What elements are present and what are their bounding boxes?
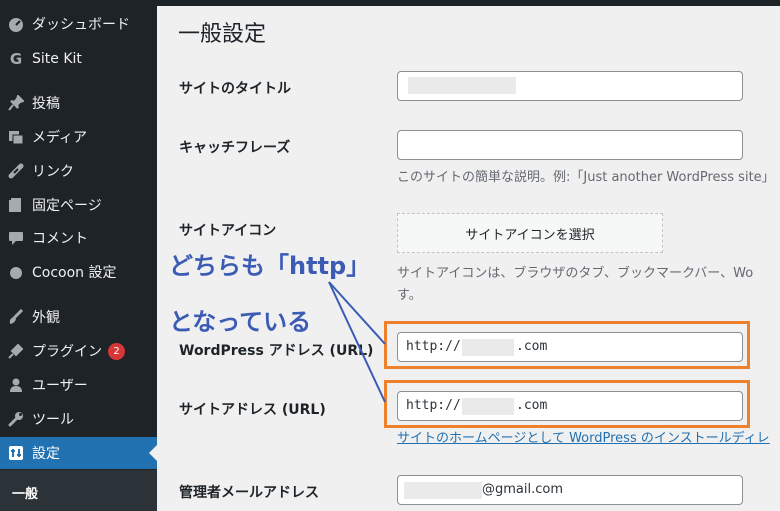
settings-icon [8,445,24,461]
sidebar-item-links[interactable]: リンク [0,155,157,187]
sidebar-item-label: ダッシュボード [32,17,130,33]
redacted-mask [404,482,482,499]
site-icon-label: サイトアイコン [179,223,277,239]
sidebar-item-label: 固定ページ [32,198,102,214]
settings-submenu: 一般 [0,470,157,511]
site-title-label: サイトのタイトル [179,81,291,97]
sidebar-item-label: 投稿 [32,96,60,112]
sidebar-item-comments[interactable]: コメント [0,222,157,254]
sidebar-item-dashboard[interactable]: ダッシュボード [0,8,157,40]
sidebar-item-label: 設定 [32,446,60,462]
sidebar-item-label: コメント [32,231,88,247]
update-count-badge: 2 [108,342,125,360]
sidebar-item-label: プラグイン [32,344,102,360]
settings-content: 一般設定 サイトのタイトル キャッチフレーズ このサイトの簡単な説明。例:「Ju… [157,0,780,511]
admin-email-label: 管理者メールアドレス [179,485,319,501]
wrench-icon [8,411,24,427]
user-icon [8,377,24,393]
sidebar-item-settings[interactable]: 設定 [0,437,157,469]
brush-icon [8,309,24,325]
sidebar-item-site-kit[interactable]: G Site Kit [0,43,157,75]
media-icon [8,129,24,145]
site-icon-description-cont: す。 [397,288,422,303]
tagline-input[interactable] [397,130,743,160]
admin-email-suffix: @gmail.com [482,482,564,497]
submenu-item-general[interactable]: 一般 [12,483,38,502]
sidebar-item-label: ツール [32,412,74,428]
site-address-label: サイトアドレス (URL) [179,402,326,418]
circle-icon [8,264,24,280]
sidebar-item-label: 外観 [32,310,60,326]
sidebar-item-posts[interactable]: 投稿 [0,87,157,119]
dashboard-icon [8,16,24,32]
sidebar-item-label: ユーザー [32,378,88,394]
site-icon-description: サイトアイコンは、ブラウザのタブ、ブックマークバー、Wo [397,266,754,281]
sidebar-item-label: Site Kit [32,51,82,67]
sidebar-item-users[interactable]: ユーザー [0,369,157,401]
sidebar-item-label: メディア [32,130,88,146]
sidebar-item-cocoon[interactable]: Cocoon 設定 [0,256,157,288]
tagline-description: このサイトの簡単な説明。例:「Just another WordPress si… [397,170,775,185]
annotation-pointer-lines [328,281,386,403]
page-icon [8,197,24,213]
page-title: 一般設定 [178,22,267,47]
admin-sidebar: ダッシュボード G Site Kit 投稿 メディア リンク 固定ページ コメン… [0,0,157,511]
plugin-icon [8,343,24,359]
site-address-highlight [384,380,750,428]
select-site-icon-button[interactable]: サイトアイコンを選択 [397,213,663,253]
annotation-line1: どちらも「http」 [169,252,371,280]
sidebar-item-plugins[interactable]: プラグイン 2 [0,335,157,367]
comment-icon [8,230,24,246]
site-address-help-link[interactable]: サイトのホームページとして WordPress のインストールディレ [397,427,770,446]
sidebar-item-label: Cocoon 設定 [32,265,117,281]
site-title-input[interactable] [397,71,743,101]
sidebar-item-media[interactable]: メディア [0,121,157,153]
pushpin-icon [8,95,24,111]
tagline-label: キャッチフレーズ [179,140,291,156]
redacted-mask [408,77,516,94]
admin-email-input[interactable]: @gmail.com [397,475,743,505]
sidebar-item-label: リンク [32,164,74,180]
google-g-icon: G [9,50,23,68]
wp-address-highlight [384,321,750,369]
link-icon [8,163,24,179]
select-site-icon-label: サイトアイコンを選択 [465,227,595,243]
sidebar-item-tools[interactable]: ツール [0,403,157,435]
sidebar-item-pages[interactable]: 固定ページ [0,189,157,221]
annotation-line2: となっている [169,308,312,336]
sidebar-item-appearance[interactable]: 外観 [0,301,157,333]
